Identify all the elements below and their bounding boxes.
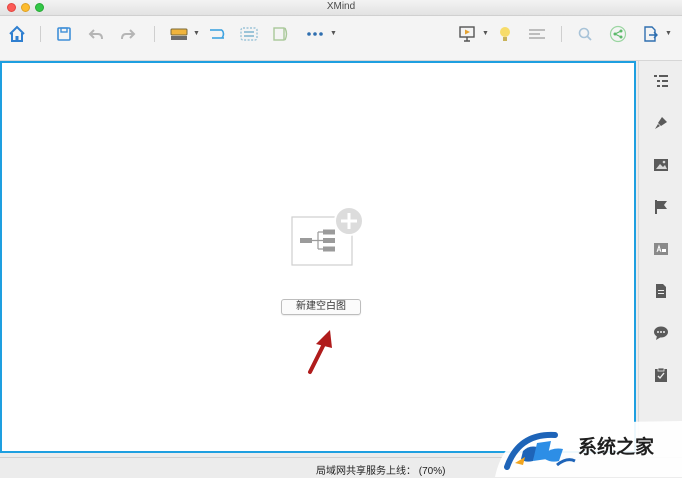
save-button[interactable] — [54, 24, 74, 44]
notes-panel-button[interactable] — [652, 282, 670, 300]
toolbar: ▼ ▼ ▼ ▼ — [0, 16, 682, 61]
comments-icon — [654, 326, 668, 340]
format-panel-button[interactable] — [652, 114, 670, 132]
presentation-icon — [459, 26, 475, 42]
watermark-text: 系统之家 — [578, 436, 655, 458]
boundary-icon — [240, 27, 258, 41]
structure-button[interactable] — [168, 24, 190, 44]
comments-panel-button[interactable] — [652, 324, 670, 342]
blank-map-template-icon[interactable] — [290, 205, 368, 267]
redo-button[interactable] — [118, 24, 138, 44]
brainstorm-icon — [500, 27, 510, 41]
brainstorm-button[interactable] — [495, 24, 515, 44]
task-icon — [655, 367, 667, 382]
format-brush-icon — [655, 117, 667, 129]
relationship-button[interactable] — [206, 24, 228, 44]
annotation-arrow — [308, 330, 332, 374]
marker-panel-button[interactable] — [652, 198, 670, 216]
outline-icon — [654, 75, 668, 87]
status-text: 局域网共享服务上线： (70%) — [316, 466, 446, 477]
toolbar-separator — [154, 26, 155, 42]
save-icon — [57, 27, 71, 41]
window-title: XMind — [326, 1, 356, 12]
search-button[interactable] — [575, 24, 595, 44]
undo-button[interactable] — [86, 24, 106, 44]
more-dropdown-caret[interactable]: ▼ — [330, 30, 337, 37]
export-dropdown-caret[interactable]: ▼ — [665, 30, 672, 37]
summary-button[interactable] — [270, 24, 292, 44]
structure-icon — [170, 28, 188, 40]
toolbar-separator — [561, 26, 562, 42]
presentation-button[interactable] — [456, 24, 478, 44]
boundary-button[interactable] — [238, 24, 260, 44]
image-panel-button[interactable] — [652, 156, 670, 174]
export-icon — [644, 26, 658, 42]
text-style-panel-button[interactable] — [652, 240, 670, 258]
title-bar: XMind — [0, 0, 682, 16]
home-button[interactable] — [6, 24, 28, 44]
outliner-button[interactable] — [526, 24, 548, 44]
structure-dropdown-caret[interactable]: ▼ — [193, 30, 200, 37]
more-button[interactable] — [304, 24, 326, 44]
notes-icon — [656, 284, 666, 298]
search-icon — [578, 27, 592, 41]
relationship-icon — [210, 29, 225, 39]
marker-flag-icon — [655, 200, 667, 214]
outliner-icon — [529, 29, 545, 39]
new-blank-map-button[interactable]: 新建空白图 — [281, 299, 361, 315]
export-button[interactable] — [640, 24, 660, 44]
presentation-dropdown-caret[interactable]: ▼ — [482, 30, 489, 37]
share-icon — [609, 25, 627, 43]
toolbar-separator — [40, 26, 41, 42]
home-icon — [9, 25, 25, 42]
image-icon — [654, 159, 668, 171]
undo-icon — [88, 29, 103, 40]
summary-icon — [273, 27, 288, 41]
right-sidebar — [638, 61, 682, 457]
outline-panel-button[interactable] — [652, 72, 670, 90]
more-icon — [307, 32, 323, 36]
share-button[interactable] — [608, 24, 628, 44]
redo-icon — [121, 29, 136, 40]
text-style-icon — [654, 243, 668, 255]
task-panel-button[interactable] — [652, 366, 670, 384]
